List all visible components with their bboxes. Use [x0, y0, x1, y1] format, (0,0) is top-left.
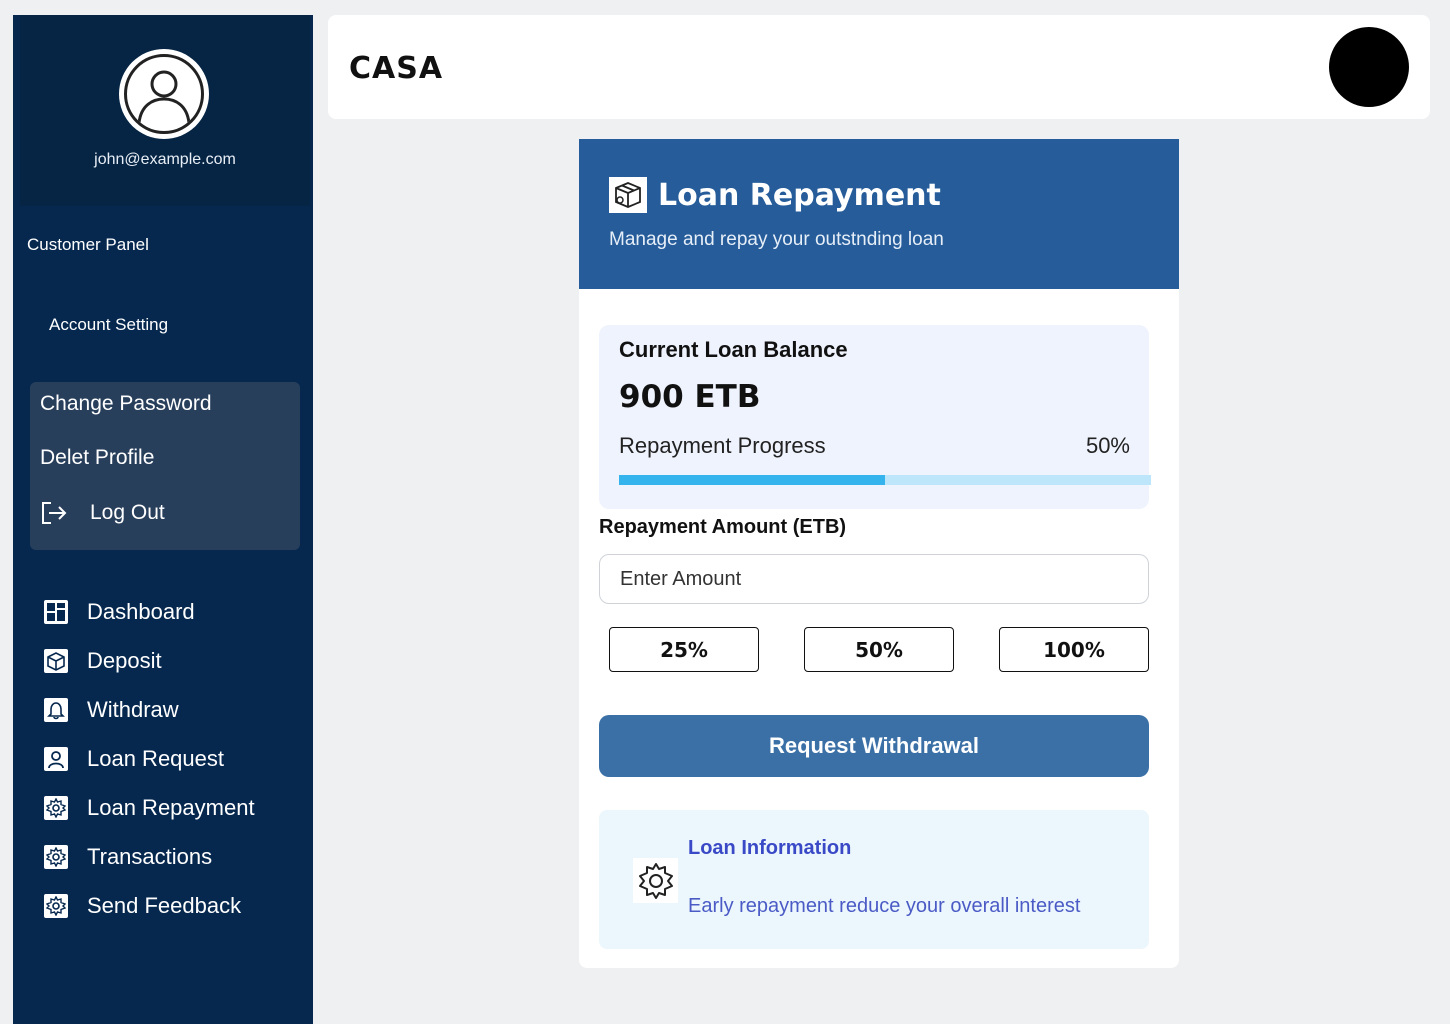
package-icon: [609, 177, 647, 213]
gear-icon: [633, 858, 678, 903]
quick-50-button[interactable]: 50%: [804, 627, 954, 672]
user-avatar-icon: [124, 54, 204, 134]
sidebar-item-withdraw[interactable]: Withdraw: [44, 685, 255, 734]
gear-icon: [44, 795, 68, 820]
change-password-label: Change Password: [40, 392, 212, 415]
top-header: CASA: [328, 15, 1430, 119]
log-out-link[interactable]: Log Out: [40, 500, 165, 526]
sidebar-item-label: Transactions: [87, 843, 213, 869]
user-email: john@example.com: [94, 151, 236, 168]
card-title: Loan Repayment: [609, 177, 941, 213]
dashboard-icon: [44, 599, 68, 624]
balance-value: 900 ETB: [619, 379, 761, 415]
sidebar-item-label: Send Feedback: [87, 892, 242, 918]
log-out-label: Log Out: [90, 501, 165, 524]
progress-label: Repayment Progress: [619, 433, 826, 458]
loan-repayment-card: Loan Repayment Manage and repay your out…: [579, 139, 1179, 968]
brand-logo: CASA: [349, 51, 444, 86]
change-password-link[interactable]: Change Password: [40, 392, 212, 416]
avatar[interactable]: [119, 49, 209, 139]
card-title-text: Loan Repayment: [658, 177, 941, 213]
sidebar-item-label: Deposit: [87, 647, 162, 673]
bell-icon: [44, 697, 68, 722]
sidebar: john@example.com Customer Panel Account …: [13, 15, 313, 1024]
request-withdrawal-button[interactable]: Request Withdrawal: [599, 715, 1149, 777]
header-avatar[interactable]: [1329, 27, 1409, 107]
amount-input[interactable]: [599, 554, 1149, 604]
balance-label: Current Loan Balance: [619, 337, 848, 362]
sidebar-item-label: Loan Request: [87, 745, 224, 771]
info-title: Loan Information: [688, 837, 852, 859]
account-submenu: Change Password Delet Profile Log Out: [30, 382, 300, 550]
deposit-icon: [44, 648, 68, 673]
sidebar-item-send-feedback[interactable]: Send Feedback: [44, 881, 255, 930]
user-icon: [44, 746, 68, 771]
sidebar-item-deposit[interactable]: Deposit: [44, 636, 255, 685]
progress-bar-fill: [619, 475, 885, 485]
profile-section: john@example.com: [20, 15, 310, 206]
card-header: Loan Repayment Manage and repay your out…: [579, 139, 1179, 289]
progress-bar: [619, 475, 1151, 485]
gear-icon: [44, 893, 68, 918]
account-setting-link[interactable]: Account Setting: [49, 315, 168, 335]
loan-info-box: Loan Information Early repayment reduce …: [599, 810, 1149, 949]
sidebar-item-label: Dashboard: [87, 598, 195, 624]
delete-profile-link[interactable]: Delet Profile: [40, 446, 154, 470]
panel-title: Customer Panel: [27, 235, 149, 254]
sidebar-item-label: Loan Repayment: [87, 794, 255, 820]
info-text: Early repayment reduce your overall inte…: [688, 895, 1081, 917]
card-subtitle: Manage and repay your outstnding loan: [609, 229, 944, 250]
progress-percent: 50%: [1085, 433, 1130, 458]
sidebar-item-dashboard[interactable]: Dashboard: [44, 587, 255, 636]
sidebar-item-loan-repayment[interactable]: Loan Repayment: [44, 783, 255, 832]
sidebar-nav: Dashboard Deposit Withdraw Loan Request …: [44, 587, 255, 930]
sidebar-item-label: Withdraw: [87, 696, 179, 722]
loan-balance-box: Current Loan Balance 900 ETB Repayment P…: [599, 325, 1151, 509]
logout-icon: [40, 500, 70, 526]
quick-25-button[interactable]: 25%: [609, 627, 759, 672]
delete-profile-label: Delet Profile: [40, 446, 155, 469]
sidebar-item-loan-request[interactable]: Loan Request: [44, 734, 255, 783]
quick-100-button[interactable]: 100%: [999, 627, 1149, 672]
sidebar-item-transactions[interactable]: Transactions: [44, 832, 255, 881]
amount-label: Repayment Amount (ETB): [599, 516, 847, 538]
gear-icon: [44, 844, 68, 869]
